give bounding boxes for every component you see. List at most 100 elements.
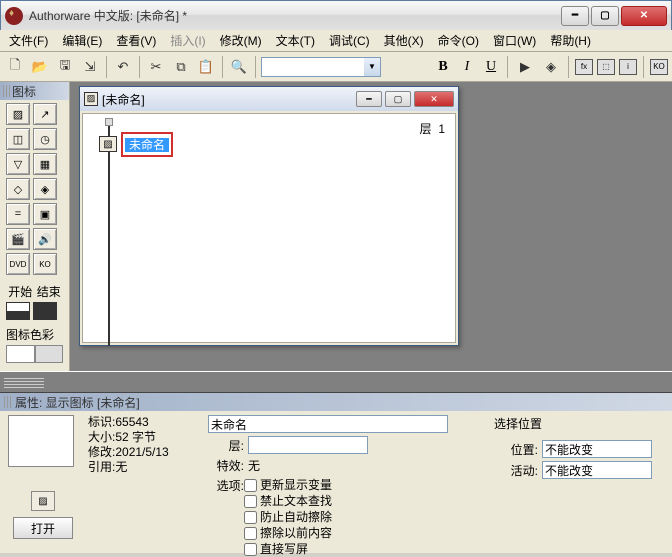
menu-debug[interactable]: 调试(C) <box>322 31 377 51</box>
option-direct-to-screen[interactable]: 直接写屏 <box>244 541 332 557</box>
window-minimize-button[interactable]: ━ <box>561 6 589 26</box>
color-label: 图标色彩 <box>6 328 54 342</box>
movie-tool-icon[interactable]: 🎬 <box>6 228 30 250</box>
end-flag-label: 结束 <box>35 283 64 300</box>
properties-title: 属性: 显示图标 [未命名] <box>0 393 672 411</box>
menu-file[interactable]: 文件(F) <box>2 31 55 51</box>
layer-label: 层: <box>208 437 244 454</box>
dvd-tool-icon[interactable]: DVD <box>6 253 30 275</box>
separator <box>106 56 107 78</box>
info-icon[interactable]: i <box>619 59 637 75</box>
layer-info: 层 1 <box>420 120 445 137</box>
separator <box>507 56 508 78</box>
framework-tool-icon[interactable]: ▦ <box>33 153 57 175</box>
knowledge-tool-icon[interactable]: KO <box>33 253 57 275</box>
undo-icon[interactable]: ↶ <box>112 56 134 78</box>
activity-label: 活动: <box>494 462 538 479</box>
start-flag-label: 开始 <box>6 283 35 300</box>
decision-tool-icon[interactable]: ◇ <box>6 178 30 200</box>
properties-panel: 属性: 显示图标 [未命名] ▨ 打开 标识:65543 大小:52 字节 修改… <box>0 393 672 553</box>
wait-tool-icon[interactable]: ◷ <box>33 128 57 150</box>
flowline-area[interactable]: ▨ 未命名 层 1 <box>82 113 456 343</box>
menu-text[interactable]: 文本(T) <box>269 31 322 51</box>
main-titlebar: Authorware 中文版: [未命名] * ━ ▢ ✕ <box>0 0 672 30</box>
activity-value[interactable] <box>542 461 652 479</box>
palette-title-text: 图标 <box>12 83 36 100</box>
menu-view[interactable]: 查看(V) <box>109 31 163 51</box>
doc-close-button[interactable]: ✕ <box>414 91 454 107</box>
map-tool-icon[interactable]: ▣ <box>33 203 57 225</box>
style-combo[interactable]: ▼ <box>261 57 381 77</box>
layer-input[interactable] <box>248 436 368 454</box>
effect-label: 特效: <box>208 457 244 474</box>
position-header: 选择位置 <box>494 415 664 432</box>
window-maximize-button[interactable]: ▢ <box>591 6 619 26</box>
italic-button[interactable]: I <box>457 57 477 77</box>
doc-maximize-button[interactable]: ▢ <box>385 91 411 107</box>
run-icon[interactable]: ▶ <box>514 56 536 78</box>
grip-icon[interactable] <box>4 396 11 408</box>
calc-tool-icon[interactable]: = <box>6 203 30 225</box>
separator <box>255 56 256 78</box>
menu-edit[interactable]: 编辑(E) <box>55 31 109 51</box>
horizontal-splitter[interactable] <box>0 371 672 393</box>
option-no-text-search[interactable]: 禁止文本查找 <box>244 493 332 509</box>
document-titlebar[interactable]: ▨ [未命名] ━ ▢ ✕ <box>80 87 458 111</box>
node-label[interactable]: 未命名 <box>125 138 169 152</box>
interaction-tool-icon[interactable]: ◈ <box>33 178 57 200</box>
icon-palette: 图标 ▨↗ ◫◷ ▽▦ ◇◈ =▣ 🎬🔊 DVDKO 开始 结束 图标色彩 <box>0 82 70 371</box>
save-all-icon[interactable]: 🖫 <box>54 56 76 78</box>
import-icon[interactable]: ⇲ <box>79 56 101 78</box>
icon-name-input[interactable] <box>208 415 448 433</box>
effect-value: 无 <box>248 457 260 474</box>
document-title: [未命名] <box>102 91 356 108</box>
paste-icon[interactable]: 📋 <box>195 56 217 78</box>
menu-command[interactable]: 命令(O) <box>431 31 486 51</box>
separator <box>222 56 223 78</box>
copy-icon[interactable]: ⧉ <box>170 56 192 78</box>
end-flag-icon[interactable] <box>33 302 57 320</box>
doc-minimize-button[interactable]: ━ <box>356 91 382 107</box>
underline-button[interactable]: U <box>481 57 501 77</box>
menu-other[interactable]: 其他(X) <box>377 31 431 51</box>
menu-insert[interactable]: 插入(I) <box>163 31 212 51</box>
position-label: 位置: <box>494 441 538 458</box>
function-icon[interactable]: fx <box>575 59 593 75</box>
find-icon[interactable]: 🔍 <box>228 56 250 78</box>
display-tool-icon[interactable]: ▨ <box>6 103 30 125</box>
menu-help[interactable]: 帮助(H) <box>543 31 598 51</box>
position-value[interactable] <box>542 440 652 458</box>
window-close-button[interactable]: ✕ <box>621 6 667 26</box>
motion-tool-icon[interactable]: ↗ <box>33 103 57 125</box>
chevron-down-icon: ▼ <box>364 58 380 76</box>
erase-tool-icon[interactable]: ◫ <box>6 128 30 150</box>
start-flag-icon[interactable] <box>6 302 30 320</box>
control-panel-icon[interactable]: ◈ <box>540 56 562 78</box>
option-erase-previous[interactable]: 擦除以前内容 <box>244 525 332 541</box>
options-label: 选项: <box>208 477 244 557</box>
open-icon[interactable]: 📂 <box>29 56 51 78</box>
properties-title-text: 属性: 显示图标 [未命名] <box>15 394 140 411</box>
color-swatch[interactable] <box>6 345 63 363</box>
open-button[interactable]: 打开 <box>13 517 73 539</box>
toolbar: 🗋 📂 🖫 ⇲ ↶ ✂ ⧉ 📋 🔍 ▼ B I U ▶ ◈ fx ⬚ i KO <box>0 52 672 82</box>
bold-button[interactable]: B <box>433 57 453 77</box>
navigate-tool-icon[interactable]: ▽ <box>6 153 30 175</box>
display-node-icon[interactable]: ▨ <box>99 136 117 152</box>
variable-icon[interactable]: ⬚ <box>597 59 615 75</box>
mdi-area: ▨ [未命名] ━ ▢ ✕ ▨ 未命名 层 1 <box>70 82 672 371</box>
app-title: Authorware 中文版: [未命名] * <box>29 7 561 24</box>
knowledge-icon[interactable]: KO <box>650 59 668 75</box>
sound-tool-icon[interactable]: 🔊 <box>33 228 57 250</box>
icon-thumbnail[interactable]: ▨ <box>31 491 55 511</box>
menu-modify[interactable]: 修改(M) <box>213 31 269 51</box>
preview-box <box>8 415 74 467</box>
separator <box>139 56 140 78</box>
grip-icon[interactable] <box>3 85 10 97</box>
option-prevent-auto-erase[interactable]: 防止自动擦除 <box>244 509 332 525</box>
menubar: 文件(F) 编辑(E) 查看(V) 插入(I) 修改(M) 文本(T) 调试(C… <box>0 30 672 52</box>
option-update-vars[interactable]: 更新显示变量 <box>244 477 332 493</box>
menu-window[interactable]: 窗口(W) <box>486 31 543 51</box>
cut-icon[interactable]: ✂ <box>145 56 167 78</box>
new-icon[interactable]: 🗋 <box>4 56 26 78</box>
